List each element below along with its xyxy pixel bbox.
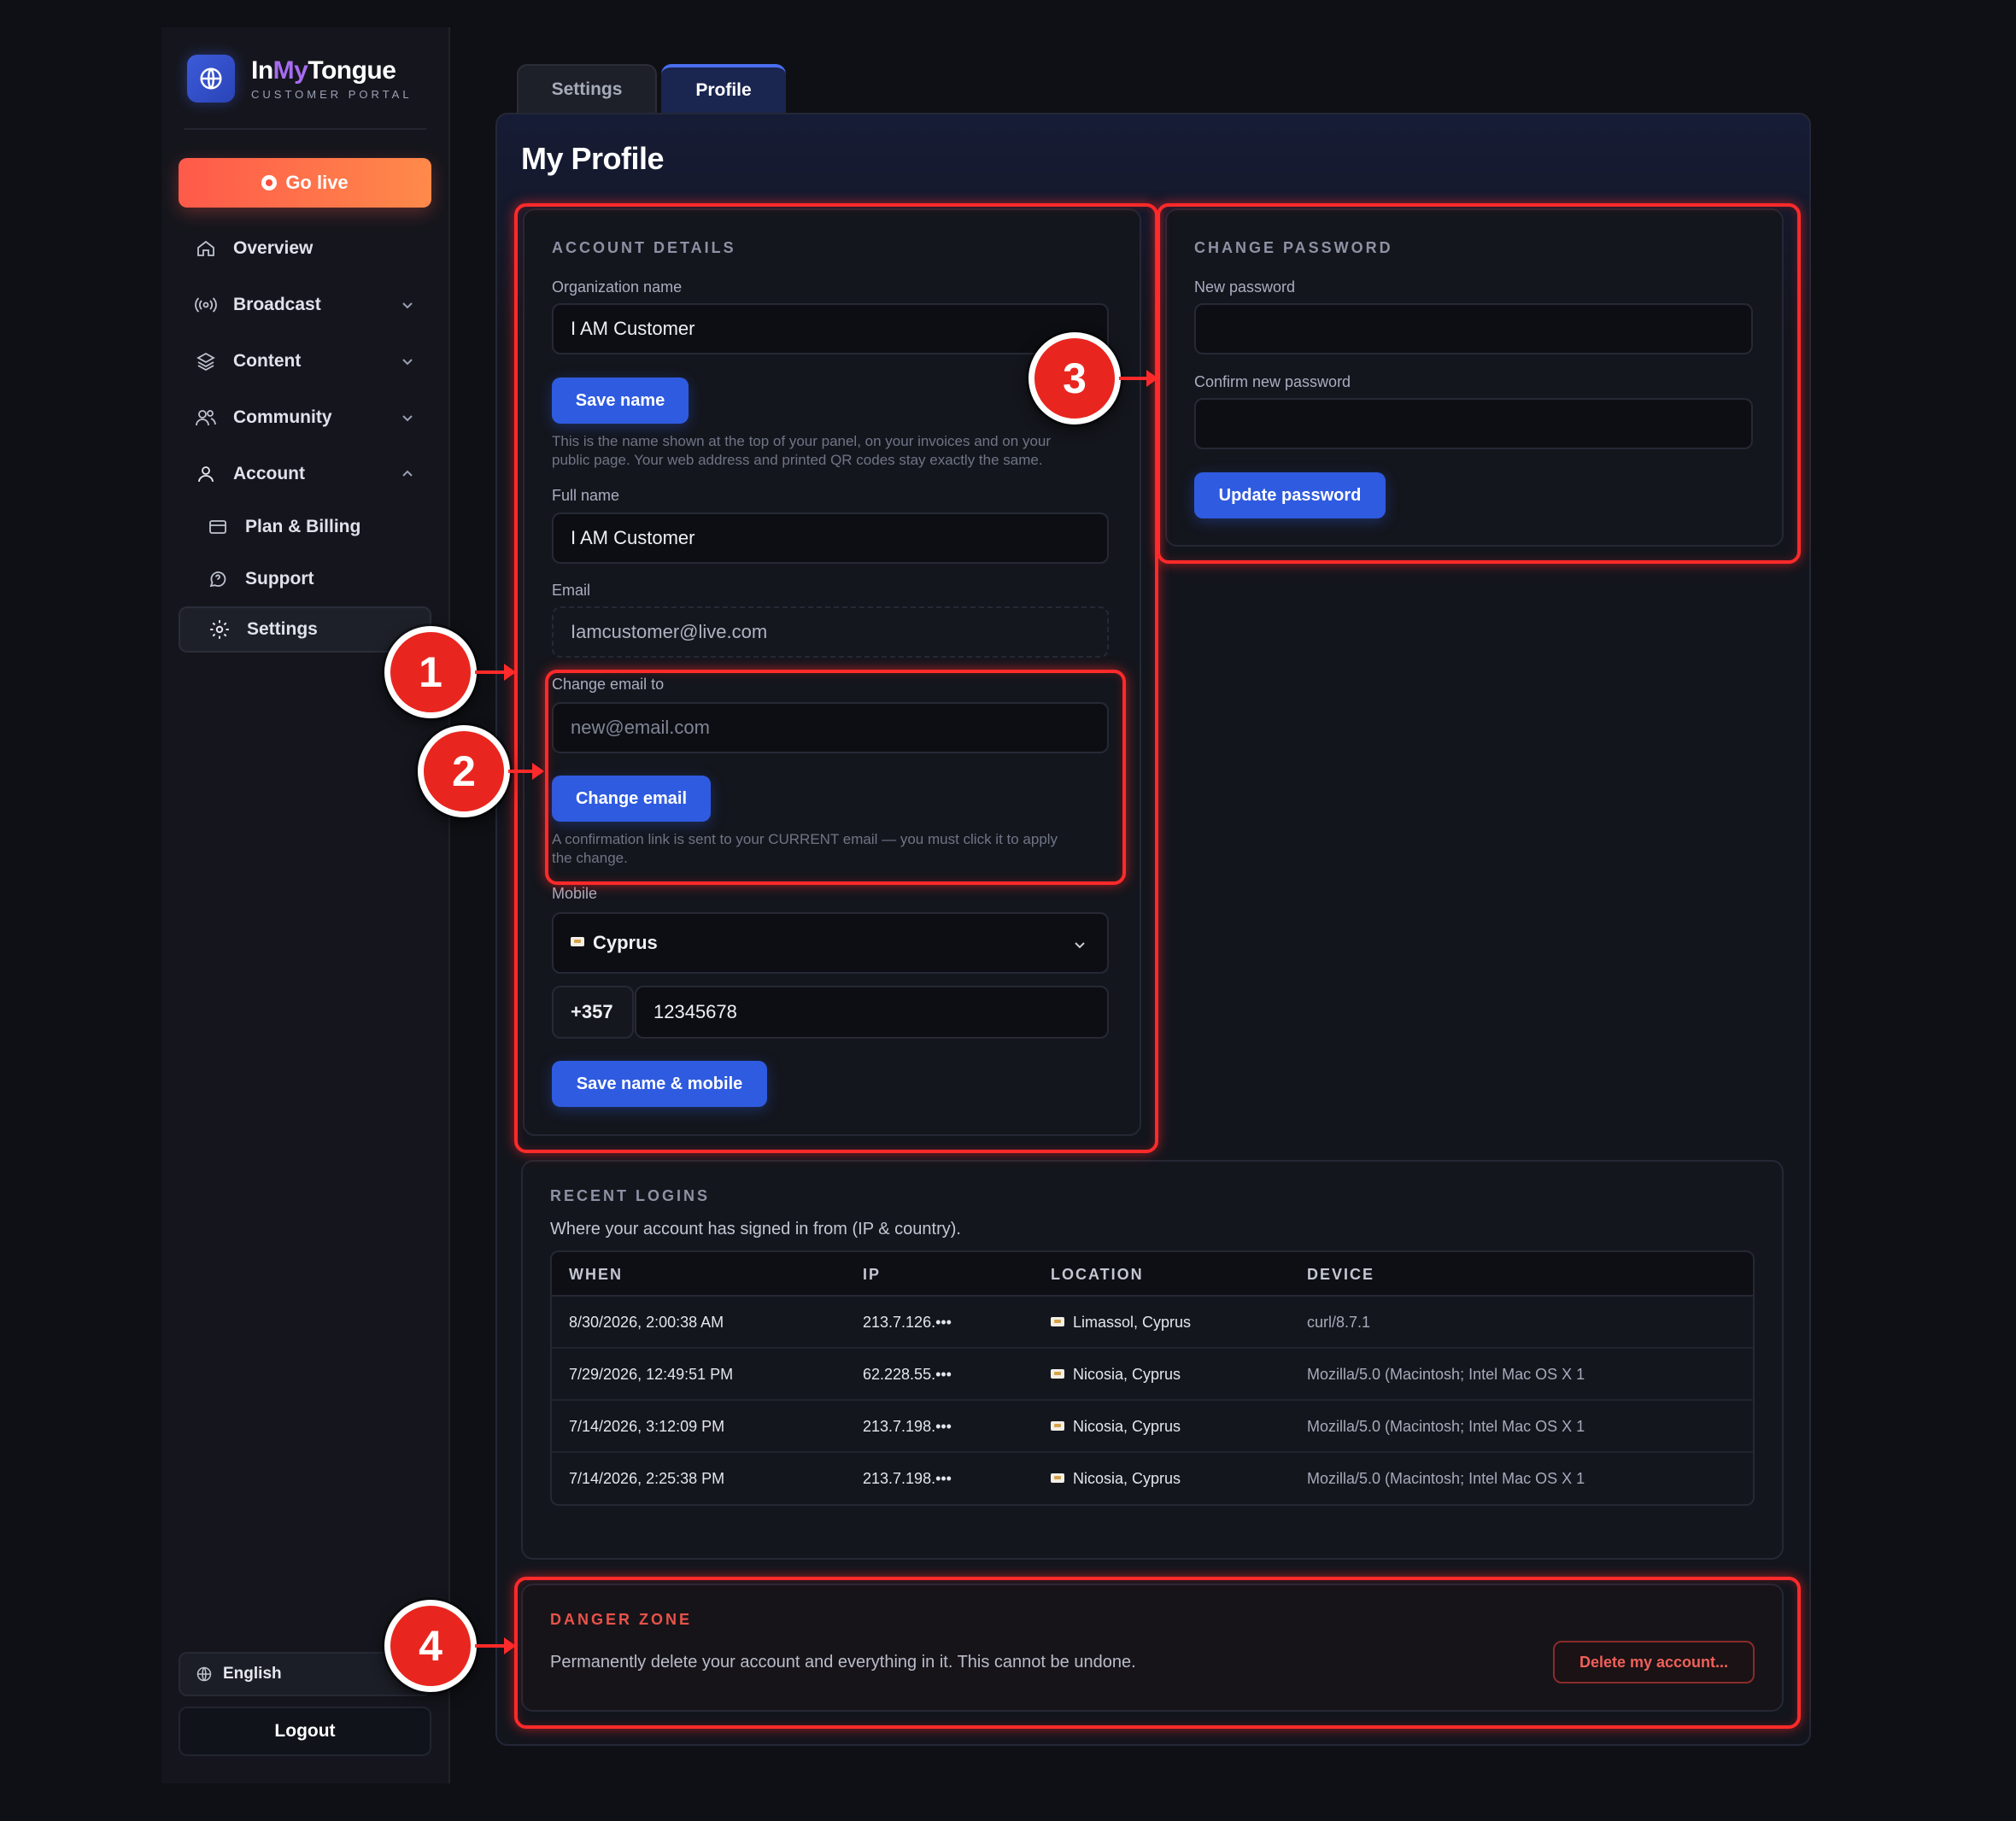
login-ip: 213.7.198.••• [863,1470,952,1487]
login-ip: 213.7.126.••• [863,1314,952,1331]
sidebar-item-community[interactable]: Community [179,395,431,441]
highlight-danger-zone [514,1577,1801,1729]
logout-button[interactable]: Logout [179,1707,431,1756]
chevron-down-icon[interactable] [399,353,416,370]
table-row: 8/30/2026, 2:00:38 AM 213.7.126.••• Lima… [552,1297,1753,1349]
live-dot-icon [261,175,278,190]
sidebar-item-content[interactable]: Content [179,338,431,384]
sidebar-item-label: Settings [247,619,318,639]
divider [184,128,426,130]
globe-icon [196,1666,213,1683]
login-when: 7/14/2026, 3:12:09 PM [569,1418,725,1435]
sidebar: InMyTongue CUSTOMER PORTAL Go live Overv… [161,27,450,1783]
tab-profile[interactable]: Profile [661,64,786,114]
recent-logins-subtitle: Where your account has signed in from (I… [550,1220,961,1238]
user-icon [194,462,218,486]
column-header: DEVICE [1307,1266,1375,1283]
language-label: English [223,1665,282,1683]
cyprus-flag-icon [1051,1420,1064,1431]
column-header: LOCATION [1051,1266,1144,1283]
login-ip: 213.7.198.••• [863,1418,952,1435]
login-device: Mozilla/5.0 (Macintosh; Intel Mac OS X 1 [1307,1470,1585,1487]
sidebar-item-overview[interactable]: Overview [179,225,431,272]
login-when: 7/14/2026, 2:25:38 PM [569,1470,725,1487]
highlight-change-password [1157,203,1801,564]
table-header: WHEN IP LOCATION DEVICE [552,1252,1753,1297]
login-location: Nicosia, Cyprus [1051,1418,1181,1436]
brand-subtitle: CUSTOMER PORTAL [251,87,413,101]
annotation-arrow [508,763,544,780]
sidebar-item-label: Account [233,464,305,483]
login-location: Nicosia, Cyprus [1051,1366,1181,1384]
recent-logins-table: WHEN IP LOCATION DEVICE 8/30/2026, 2:00:… [550,1250,1755,1506]
cyprus-flag-icon [1051,1473,1064,1483]
sidebar-item-label: Plan & Billing [245,517,361,536]
annotation-arrow [1119,370,1158,387]
annotation-marker-4: 4 [384,1600,477,1692]
sidebar-item-broadcast[interactable]: Broadcast [179,282,431,328]
chat-icon [206,567,230,591]
login-ip: 62.228.55.••• [863,1366,952,1383]
go-live-button[interactable]: Go live [179,158,431,208]
annotation-marker-1: 1 [384,626,477,718]
section-title: RECENT LOGINS [550,1187,711,1204]
cyprus-flag-icon [1051,1368,1064,1379]
sidebar-item-label: Overview [233,238,314,258]
annotation-marker-3: 3 [1029,332,1121,425]
chevron-down-icon[interactable] [399,296,416,313]
gear-icon [208,618,231,641]
tab-settings[interactable]: Settings [517,64,657,114]
users-icon [194,406,218,430]
sidebar-item-label: Content [233,351,302,371]
card-icon [206,515,230,539]
column-header: WHEN [569,1266,623,1283]
sidebar-item-label: Broadcast [233,295,321,314]
annotation-arrow [475,1637,516,1654]
login-when: 8/30/2026, 2:00:38 AM [569,1314,724,1331]
login-device: Mozilla/5.0 (Macintosh; Intel Mac OS X 1 [1307,1366,1585,1383]
table-row: 7/14/2026, 3:12:09 PM 213.7.198.••• Nico… [552,1401,1753,1453]
broadcast-icon [194,293,218,317]
login-device: curl/8.7.1 [1307,1314,1371,1331]
login-location: Limassol, Cyprus [1051,1314,1191,1332]
sidebar-item-support[interactable]: Support [179,556,431,602]
brand[interactable]: InMyTongue CUSTOMER PORTAL [187,55,413,102]
login-location: Nicosia, Cyprus [1051,1470,1181,1488]
login-device: Mozilla/5.0 (Macintosh; Intel Mac OS X 1 [1307,1418,1585,1435]
sidebar-item-plan-billing[interactable]: Plan & Billing [179,504,431,550]
sidebar-item-label: Community [233,407,332,427]
go-live-label: Go live [285,172,349,193]
sidebar-item-label: Support [245,569,314,588]
cyprus-flag-icon [1051,1316,1064,1326]
chevron-down-icon[interactable] [399,409,416,426]
chevron-up-icon[interactable] [399,465,416,483]
sidebar-item-account[interactable]: Account [179,451,431,497]
page-title: My Profile [521,141,665,176]
home-icon [194,237,218,261]
brand-name: InMyTongue [251,56,396,85]
annotation-marker-2: 2 [418,725,510,817]
highlight-change-email [545,670,1126,885]
layers-icon [194,349,218,373]
annotation-arrow [475,664,516,681]
column-header: IP [863,1266,882,1283]
login-when: 7/29/2026, 12:49:51 PM [569,1366,734,1383]
globe-icon [187,55,235,102]
table-row: 7/14/2026, 2:25:38 PM 213.7.198.••• Nico… [552,1453,1753,1504]
table-row: 7/29/2026, 12:49:51 PM 62.228.55.••• Nic… [552,1349,1753,1401]
